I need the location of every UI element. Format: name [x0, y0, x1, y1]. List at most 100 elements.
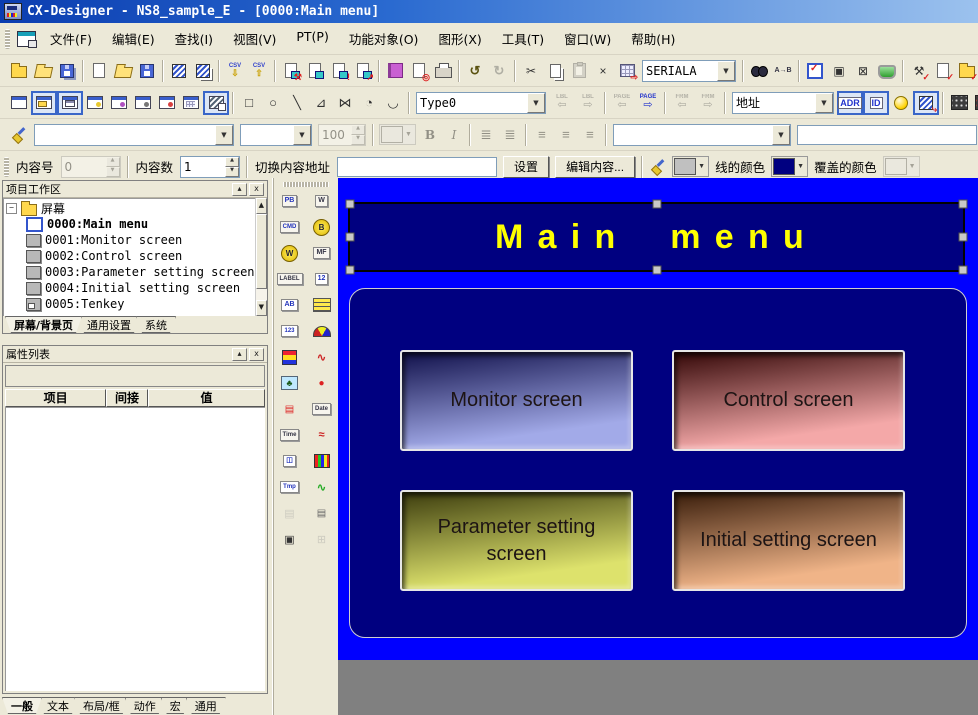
transfer-from-pt-button[interactable] — [303, 60, 327, 82]
toggle-watch-window-button[interactable] — [155, 92, 179, 114]
toggle-property-list-button[interactable] — [57, 91, 83, 115]
hmi-screen-button[interactable]: Parameter setting screen — [400, 490, 633, 591]
objbar-grip[interactable] — [283, 182, 329, 187]
label-edit-field[interactable] — [797, 125, 977, 145]
font-size-combo[interactable]: ▼ — [240, 124, 312, 146]
new-project-button[interactable] — [7, 60, 31, 82]
prev-frame-button[interactable]: FRM⇦ — [669, 92, 695, 114]
property-tab-5[interactable]: 通用 — [186, 697, 226, 714]
show-lamp-button[interactable] — [889, 92, 913, 114]
switch-address-field[interactable] — [337, 157, 497, 177]
screen-tree-item[interactable]: 0001:Monitor screen — [6, 232, 255, 248]
copy-button[interactable] — [543, 60, 567, 82]
font-name-combo[interactable]: ▼ — [34, 124, 234, 146]
screen-tree-item[interactable]: 0005:Tenkey — [6, 296, 255, 312]
transfer-to-pt-button[interactable]: ⚒ — [279, 60, 303, 82]
edit-content-button[interactable]: 编辑内容... — [555, 156, 635, 178]
polyline-tool[interactable]: ∿ — [308, 475, 335, 499]
print-preview-button[interactable]: ◎ — [407, 60, 431, 82]
chevron-down-icon[interactable]: ▼ — [293, 125, 311, 145]
data-log-graph-tool[interactable]: ≈ — [308, 423, 335, 447]
validate-objects-button[interactable] — [803, 60, 827, 82]
align-left-button[interactable]: ≣ — [474, 124, 498, 146]
tree-root-item[interactable]: −屏幕 — [6, 200, 255, 216]
redo-button[interactable]: ↻ — [487, 60, 511, 82]
toggle-grid-window-button[interactable] — [179, 92, 203, 114]
rectangle-tool-button[interactable]: □ — [237, 92, 261, 114]
scroll-up-icon[interactable]: ▲ — [256, 198, 267, 214]
check-project-button[interactable]: ✓ — [955, 60, 978, 82]
hmi-screen-button[interactable]: Initial setting screen — [672, 490, 905, 591]
toolbar-grip[interactable] — [4, 157, 9, 177]
extra-color-swatch[interactable]: ▼ — [883, 156, 920, 177]
chevron-down-icon[interactable]: ▼ — [772, 125, 790, 145]
tree-expander-icon[interactable]: − — [6, 203, 17, 214]
menubar-grip[interactable] — [5, 29, 10, 49]
validation-button[interactable] — [383, 60, 407, 82]
menu-item-3[interactable]: 视图(V) — [223, 26, 286, 51]
menu-item-1[interactable]: 编辑(E) — [102, 26, 165, 51]
screen-tree-item[interactable]: 0000:Main menu — [6, 216, 255, 232]
prev-label-button[interactable]: LBL⇦ — [549, 92, 575, 114]
string-display-tool[interactable]: AB — [276, 293, 303, 317]
screen-tree-item[interactable]: 0004:Initial setting screen — [6, 280, 255, 296]
property-tab-4[interactable]: 宏 — [161, 697, 190, 714]
switch-address-view-button[interactable]: ⤷ — [913, 91, 939, 115]
workspace-tab-1[interactable]: 通用设置 — [78, 316, 140, 333]
new-screen-button[interactable] — [87, 60, 111, 82]
screen-tree-item[interactable]: 0002:Control screen — [6, 248, 255, 264]
line-color-swatch[interactable]: ▼ — [672, 156, 709, 177]
thumbwheel-switch-tool[interactable]: 123 — [276, 319, 303, 343]
transfer-compare-button[interactable]: ! — [327, 60, 351, 82]
temporary-input-tool[interactable]: Tmp — [276, 475, 303, 499]
menu-item-2[interactable]: 查找(I) — [165, 26, 223, 51]
label-select-combo[interactable]: ▼ — [613, 124, 791, 146]
menu-item-5[interactable]: 功能对象(O) — [339, 26, 429, 51]
date-tool[interactable]: Date — [308, 397, 335, 421]
show-address-button[interactable]: ADR — [837, 91, 863, 115]
ellipse-tool-button[interactable]: ○ — [261, 92, 285, 114]
toggle-edit-mode-button[interactable] — [203, 91, 229, 115]
close-icon[interactable]: x — [249, 183, 264, 196]
multifunction-tool[interactable]: MF — [308, 241, 335, 265]
chevron-down-icon[interactable]: ▼ — [717, 61, 735, 81]
overlay-color-swatch[interactable]: ▼ — [771, 156, 808, 177]
menu-item-0[interactable]: 文件(F) — [40, 26, 102, 51]
on-off-button-tool[interactable]: PB — [276, 189, 303, 213]
collapse-icon[interactable]: ▴ — [232, 183, 247, 196]
toggle-project-workspace-button[interactable] — [31, 91, 57, 115]
replace-button[interactable]: A→B — [771, 60, 795, 82]
data-block-table-tool[interactable]: ◫ — [276, 449, 303, 473]
transfer-program-button[interactable]: ↗ — [351, 60, 375, 82]
spin-up-icon[interactable]: ▲ — [225, 157, 239, 167]
bit-lamp-tool[interactable]: B — [308, 215, 335, 239]
menu-item-8[interactable]: 窗口(W) — [554, 26, 621, 51]
cut-button[interactable]: ✂ — [519, 60, 543, 82]
chevron-down-icon[interactable]: ▼ — [215, 125, 233, 145]
spin-down-icon[interactable]: ▼ — [225, 167, 239, 177]
selection-handle[interactable] — [346, 200, 355, 209]
numeral-display-tool[interactable]: 12 — [308, 267, 335, 291]
alarm-summary-tool[interactable]: ▤ — [276, 397, 303, 421]
font-scale-spin[interactable]: 100▲▼ — [318, 124, 366, 146]
paste-button[interactable] — [567, 60, 591, 82]
screen-page[interactable]: Main menu Monitor screenControl screenPa… — [338, 178, 978, 660]
check-screen-button[interactable]: ✓ — [931, 60, 955, 82]
address-grid-button[interactable]: ⇨ — [615, 60, 639, 82]
fill-color-button[interactable] — [875, 60, 899, 82]
word-lamp-tool[interactable]: W — [276, 241, 303, 265]
child-window-icon[interactable] — [17, 31, 36, 47]
display-mode-combo[interactable]: 地址▼ — [732, 92, 834, 114]
hmi-screen-button[interactable]: Control screen — [672, 350, 905, 451]
sector-tool-button[interactable]: ◔ — [357, 92, 381, 114]
selection-handle[interactable] — [346, 266, 355, 275]
line-tool-button[interactable]: ╲ — [285, 92, 309, 114]
toggle-error-list-button[interactable] — [131, 92, 155, 114]
selection-handle[interactable] — [959, 266, 968, 275]
valign-top-button[interactable]: ≡ — [530, 124, 554, 146]
broken-line-graph-tool[interactable]: ∿ — [308, 345, 335, 369]
toggle-address-book-button[interactable] — [107, 92, 131, 114]
italic-button[interactable]: I — [442, 124, 466, 146]
scroll-thumb[interactable] — [256, 214, 267, 289]
serial-port-combo[interactable]: SERIALA▼ — [642, 60, 736, 82]
